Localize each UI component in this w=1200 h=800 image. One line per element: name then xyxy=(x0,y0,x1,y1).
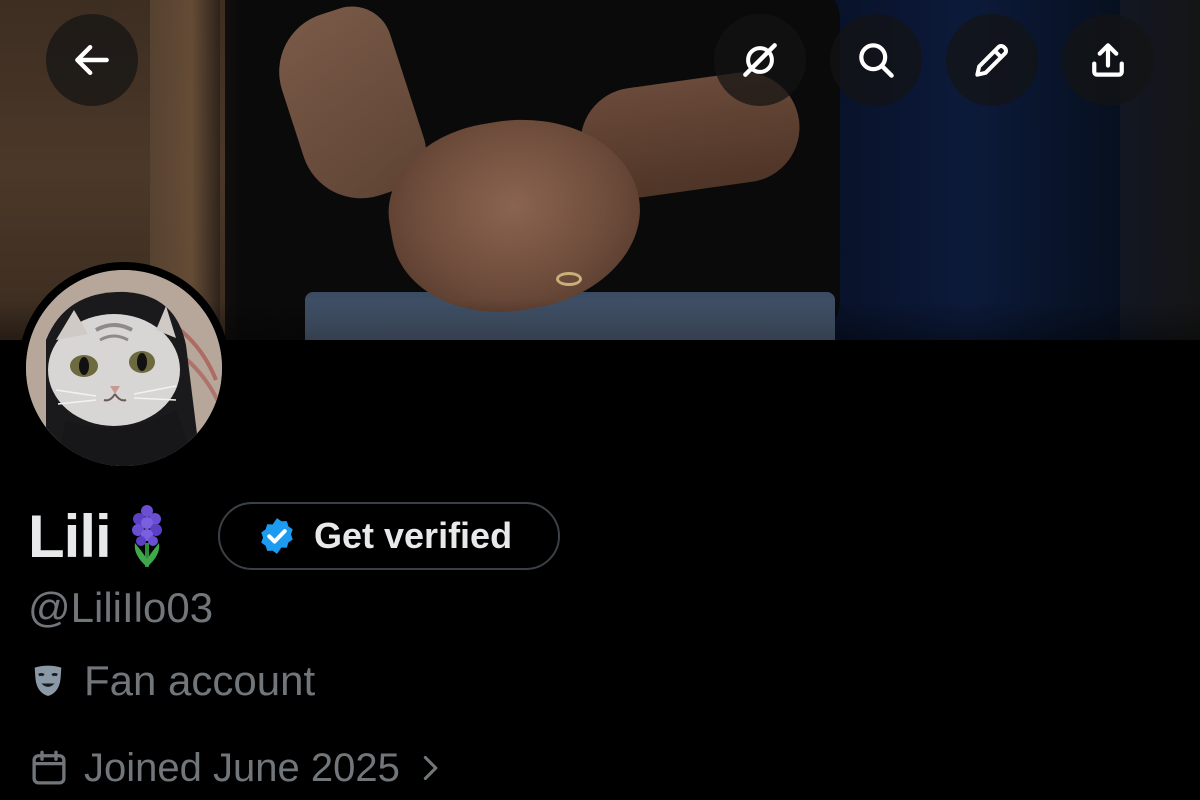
grok-button[interactable] xyxy=(714,14,806,106)
chevron-right-icon xyxy=(423,755,438,781)
bio-text: Fan account xyxy=(84,657,316,704)
display-name: Lili xyxy=(28,502,112,570)
pencil-icon xyxy=(975,44,1008,77)
arrow-left-icon xyxy=(75,44,109,76)
avatar-image xyxy=(26,270,222,466)
get-verified-label: Get verified xyxy=(314,515,513,556)
search-icon xyxy=(859,43,894,78)
avatar[interactable] xyxy=(18,262,230,474)
joined-date-link[interactable]: Joined June 2025 xyxy=(28,740,444,796)
search-button[interactable] xyxy=(830,14,922,106)
share-button[interactable] xyxy=(1062,14,1154,106)
verified-badge-icon xyxy=(261,518,293,554)
share-upload-icon xyxy=(1092,43,1124,77)
hyacinth-emoji-icon xyxy=(131,505,162,567)
banner-ring xyxy=(556,272,582,286)
bio-row: Fan account xyxy=(28,653,315,709)
edit-button[interactable] xyxy=(946,14,1038,106)
display-name-row: Lili xyxy=(28,500,169,572)
cat-avatar-icon xyxy=(26,270,222,466)
theater-masks-icon xyxy=(34,665,62,696)
joined-date-text: Joined June 2025 xyxy=(84,745,400,790)
get-verified-button[interactable]: Get verified xyxy=(218,502,560,570)
back-button[interactable] xyxy=(46,14,138,106)
grok-icon xyxy=(743,43,777,77)
profile-handle: @LiliIlo03 xyxy=(28,584,214,631)
calendar-icon xyxy=(32,750,66,785)
